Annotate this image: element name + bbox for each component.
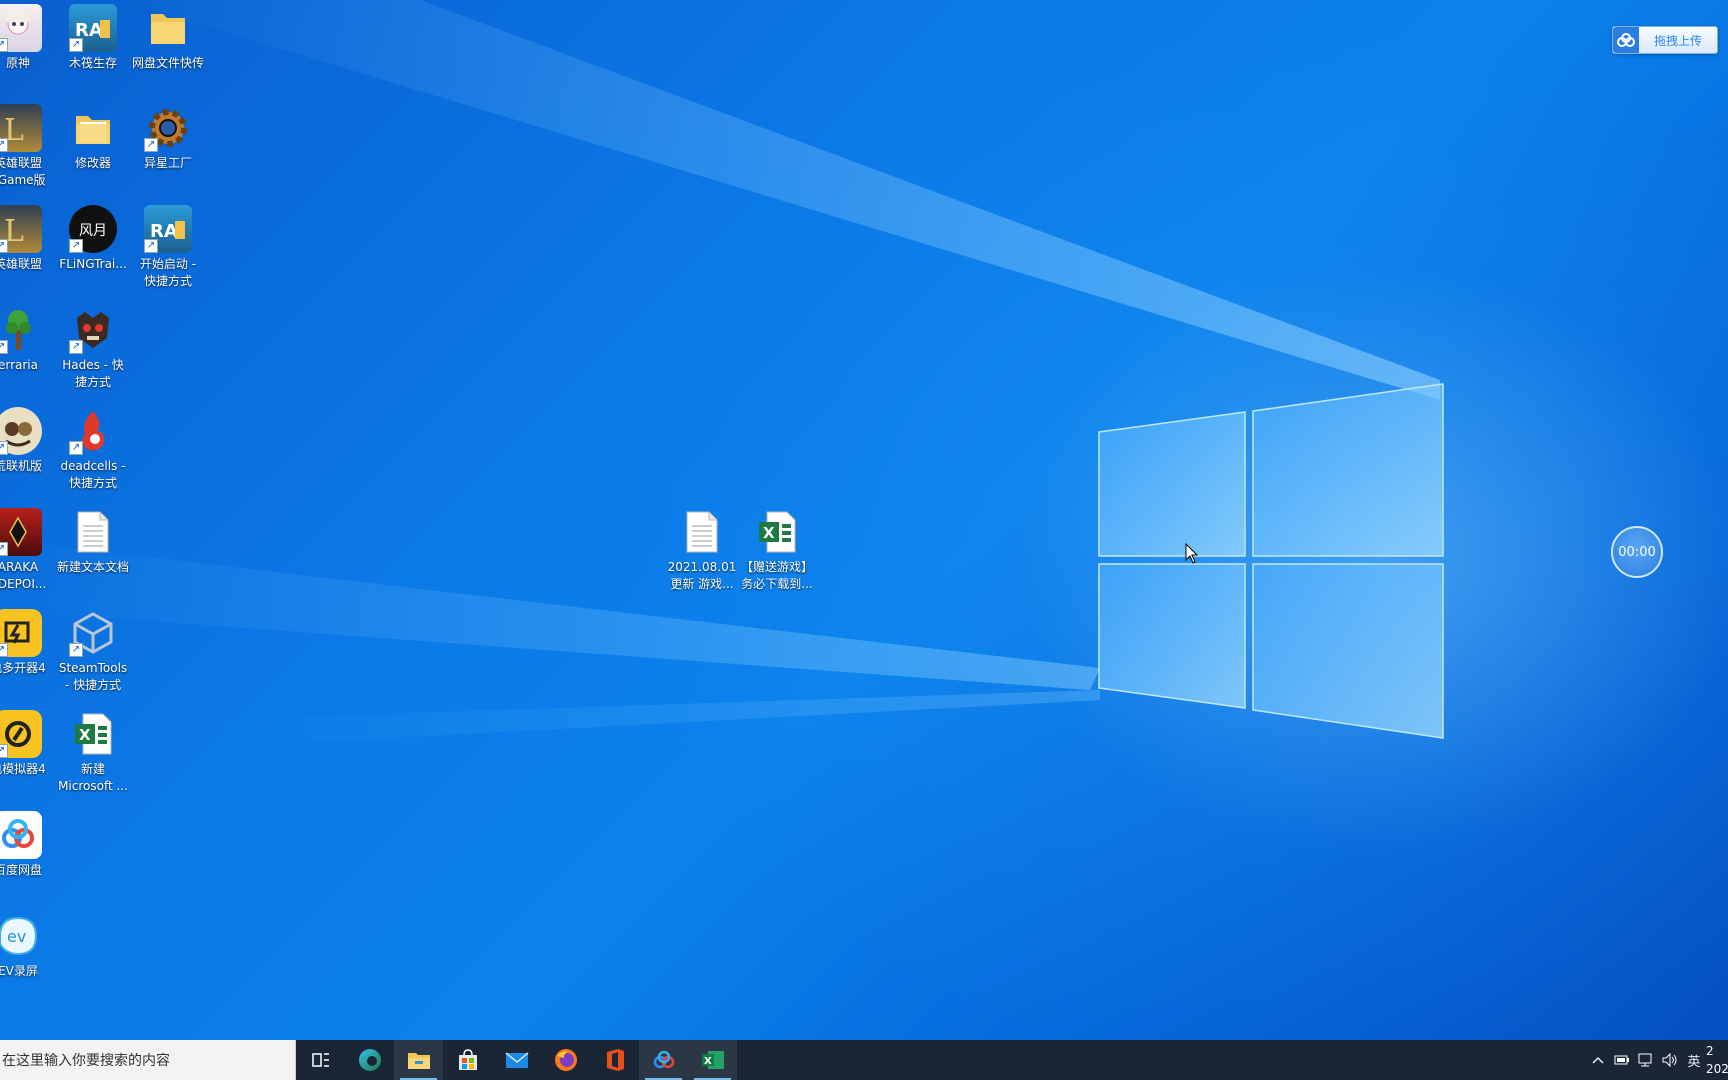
desktop-icon-terraria[interactable]: ↗ erraria [0,302,58,398]
text-file-icon [678,508,726,556]
desktop-icon-naraka[interactable]: ↗ ARAKA ADEPOI... [0,504,58,600]
battery-tray-button[interactable] [1610,1040,1634,1080]
emulator-icon: ↗ [0,710,42,758]
desktop-icon-hades[interactable]: ↗ Hades - 快 捷方式 [53,302,133,398]
desktop-icon-raft[interactable]: RA ↗ 木筏生存 [53,0,133,96]
taskbar-excel-button[interactable]: X [688,1040,737,1080]
drag-upload-label: 拖拽上传 [1653,33,1702,48]
task-view-icon [311,1053,329,1067]
terraria-tree-icon: ↗ [0,306,42,354]
genshin-icon: ↗ [0,4,42,52]
taskbar-edge-button[interactable] [345,1040,394,1080]
deadcells-flame-icon: ↗ [69,407,117,455]
folder-icon [69,104,117,152]
desktop-icon-lol-wegame[interactable]: L ↗ 英雄联盟 eGame版 [0,100,58,196]
desktop-icon-raft-start[interactable]: RA ↗ 开始启动 - 快捷方式 [128,201,208,297]
volume-tray-button[interactable] [1658,1040,1682,1080]
mail-icon [505,1052,528,1068]
desktop-icon-wangpan-kuaichuan[interactable]: 网盘文件快传 [128,0,208,96]
desktop-icon-lol[interactable]: L ↗ 英雄联盟 [0,201,58,297]
input-method-indicator[interactable]: 英 [1682,1040,1706,1080]
excel-icon: X [701,1051,724,1069]
hades-skull-icon: ↗ [69,306,117,354]
desktop-icon-dont-starve[interactable]: ↗ 荒联机版 [0,403,58,499]
desktop-icon-xiugaiqi[interactable]: 修改器 [53,100,133,196]
excel-file-icon: X [69,710,117,758]
baidu-cloud-icon [1613,27,1639,53]
lol-icon: L ↗ [0,205,42,253]
raft-icon: RA ↗ [69,4,117,52]
show-hidden-icons-button[interactable] [1586,1040,1610,1080]
naraka-icon: ↗ [0,508,42,556]
store-icon [458,1049,477,1070]
baidu-netdisk-icon [0,811,42,859]
taskbar-search-placeholder: 在这里输入你要搜索的内容 [2,1053,170,1069]
taskbar-mail-button[interactable] [492,1040,541,1080]
taskbar-search-box[interactable]: 在这里输入你要搜索的内容 [0,1040,296,1080]
svg-text:X: X [763,524,775,542]
taskbar-clock[interactable]: 2 202 [1706,1040,1728,1080]
speaker-icon [1662,1053,1677,1067]
dont-starve-icon: ↗ [0,407,42,455]
desktop-icon-deadcells[interactable]: ↗ deadcells - 快捷方式 [53,403,133,499]
steamtools-cube-icon: ↗ [69,609,117,657]
desktop-icon-update-notes[interactable]: 2021.08.01 更新 游戏... [662,504,742,600]
text-file-icon [69,508,117,556]
taskbar: 在这里输入你要搜索的内容 X 英 2 202 [0,1040,1728,1080]
clock-date: 202 [1706,1062,1728,1076]
desktop-icon-steamtools[interactable]: ↗ SteamTools - 快捷方式 [53,605,133,701]
taskbar-baidu-netdisk-button[interactable] [639,1040,688,1080]
system-tray: 英 2 202 [1586,1040,1728,1080]
factorio-gear-icon: ↗ [144,104,192,152]
raft-icon: RA ↗ [144,205,192,253]
lol-icon: L ↗ [0,104,42,152]
desktop-icon-factorio[interactable]: ↗ 异星工厂 [128,100,208,196]
chevron-up-icon [1592,1057,1604,1064]
drag-upload-widget[interactable]: 拖拽上传 [1612,26,1718,54]
desktop-icon-baidu-netdisk[interactable]: 百度网盘 [0,807,58,903]
desktop-icon-fling-trainer[interactable]: 风月 ↗ FLiNGTrai... [53,201,133,297]
firefox-icon [554,1049,577,1071]
desktop-icon-emulator[interactable]: ↗ 电模拟器4 [0,706,58,802]
svg-text:X: X [79,726,91,744]
clock-time: 2 [1706,1044,1714,1058]
task-view-button[interactable] [296,1040,345,1080]
desktop-icon-genshin[interactable]: ↗ 原神 [0,0,58,96]
office-icon [606,1049,624,1071]
battery-icon [1614,1055,1629,1065]
fling-trainer-icon: 风月 ↗ [69,205,117,253]
network-tray-button[interactable] [1634,1040,1658,1080]
desktop-icon-new-text[interactable]: 新建文本文档 [53,504,133,600]
taskbar-firefox-button[interactable] [541,1040,590,1080]
desktop[interactable]: ↗ 原神 L ↗ 英雄联盟 eGame版 L ↗ 英雄联盟 ↗ erraria … [0,0,1728,1040]
recorder-timer-button[interactable]: 00:00 [1611,526,1663,578]
taskbar-store-button[interactable] [443,1040,492,1080]
desktop-icon-gift-games[interactable]: X 【赠送游戏】 务必下载到... [737,504,817,600]
ev-recorder-icon: ev [0,912,42,960]
excel-file-icon: X [753,508,801,556]
baidu-netdisk-icon [653,1050,674,1069]
edge-icon [358,1049,381,1071]
desktop-icon-ev-recorder[interactable]: ev EV录屏 [0,908,58,1004]
taskbar-office-button[interactable] [590,1040,639,1080]
recorder-timer-text: 00:00 [1618,544,1656,560]
svg-text:ev: ev [7,927,26,946]
svg-text:风月: 风月 [79,223,107,239]
folder-icon [144,4,192,52]
wallpaper-light-beams [0,0,1440,745]
network-icon [1638,1053,1652,1067]
taskbar-explorer-button[interactable] [394,1040,443,1080]
multi-opener-icon: ↗ [0,609,42,657]
desktop-icon-new-excel[interactable]: X 新建 Microsoft ... [53,706,133,802]
windows-logo-wallpaper [1098,383,1444,739]
mouse-cursor-icon [1185,543,1199,564]
desktop-icon-multi-opener[interactable]: ↗ 电多开器4 [0,605,58,701]
file-explorer-icon [407,1053,430,1069]
svg-text:X: X [704,1056,712,1067]
